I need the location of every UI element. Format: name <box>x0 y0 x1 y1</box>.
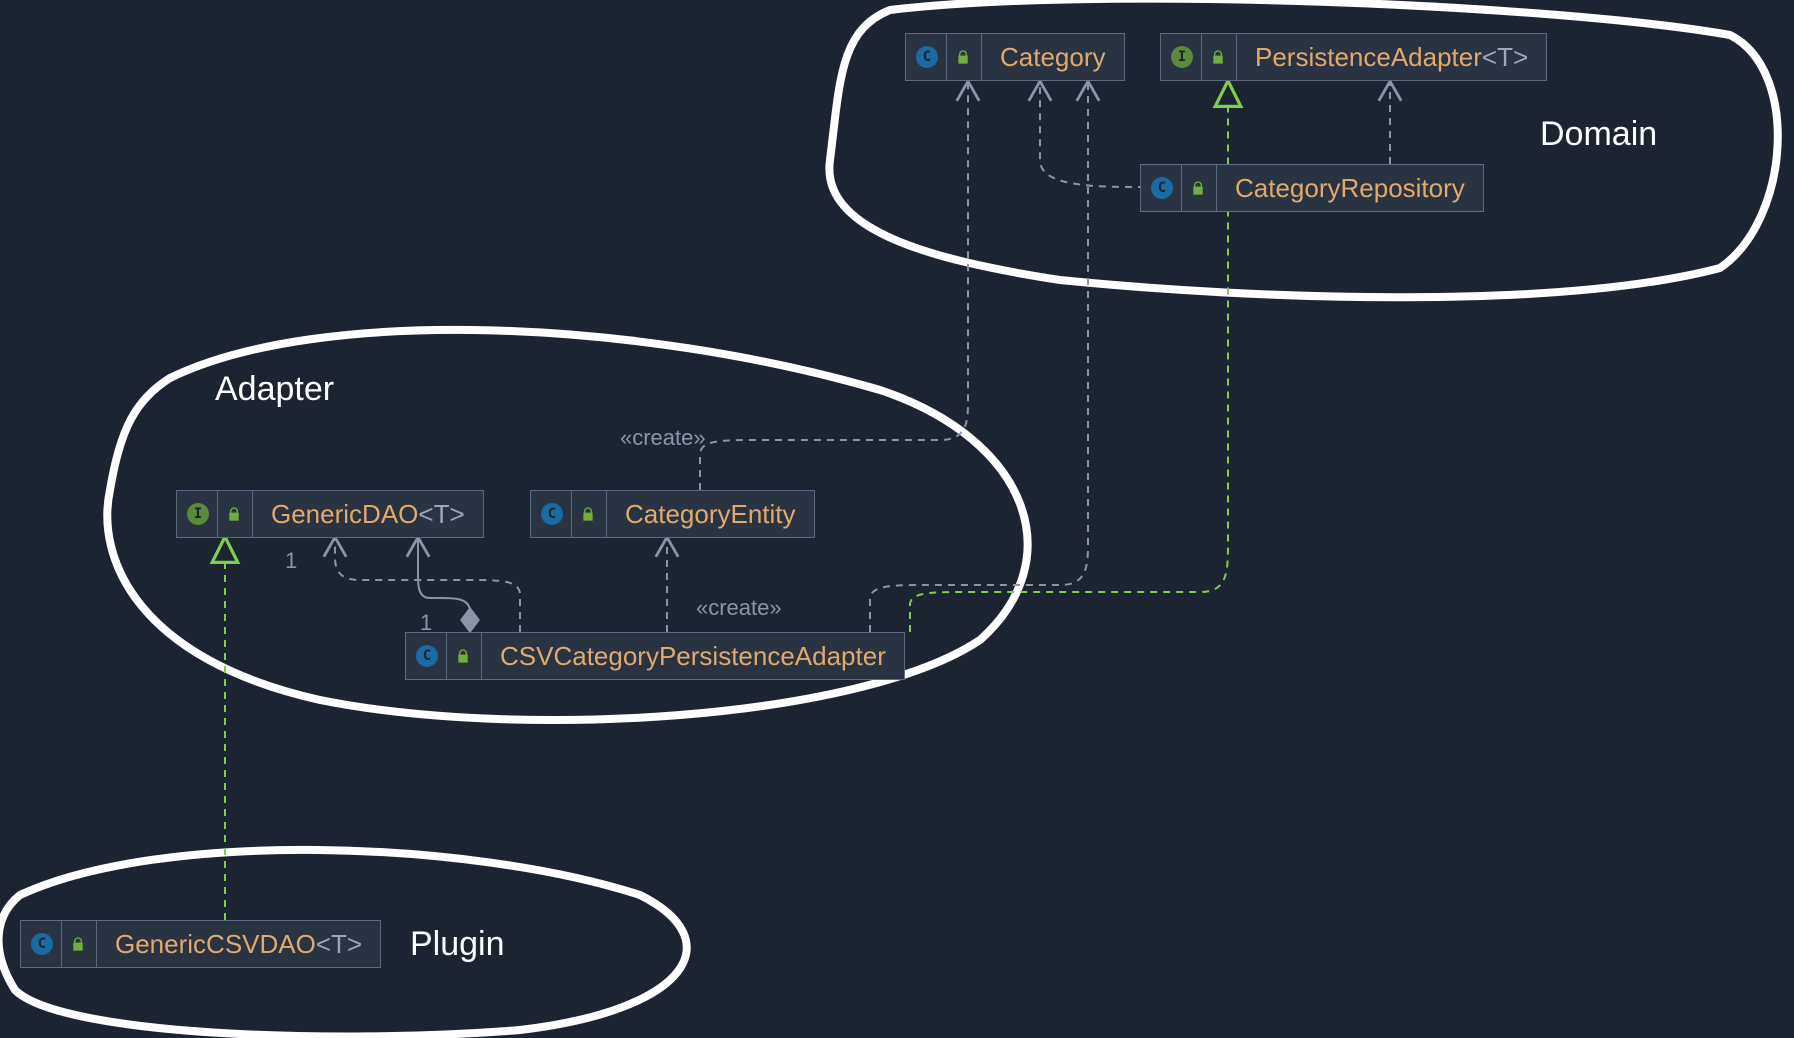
diagram-canvas: Domain Adapter Plugin «create» «create» … <box>0 0 1794 1038</box>
node-persistence-adapter[interactable]: I PersistenceAdapter<T> <box>1160 33 1547 81</box>
node-label: GenericDAO<T> <box>253 499 483 530</box>
domain-group-label: Domain <box>1540 115 1657 154</box>
adapter-group-label: Adapter <box>215 370 334 409</box>
node-label: CategoryEntity <box>607 499 814 530</box>
edge-label-mult-1a: 1 <box>285 548 297 574</box>
node-csv-category-persistence-adapter[interactable]: C CSVCategoryPersistenceAdapter <box>405 632 905 680</box>
edge-label-create-1: «create» <box>620 425 706 451</box>
node-label: GenericCSVDAO<T> <box>97 929 380 960</box>
lock-icon <box>1202 34 1237 80</box>
node-category-entity[interactable]: C CategoryEntity <box>530 490 815 538</box>
edge-label-create-2: «create» <box>696 595 782 621</box>
interface-icon: I <box>177 491 218 537</box>
node-generic-csv-dao[interactable]: C GenericCSVDAO<T> <box>20 920 381 968</box>
node-generic-dao[interactable]: I GenericDAO<T> <box>176 490 484 538</box>
node-category-repository[interactable]: C CategoryRepository <box>1140 164 1484 212</box>
node-label: CategoryRepository <box>1217 173 1483 204</box>
lock-icon <box>947 34 982 80</box>
lock-icon <box>447 633 482 679</box>
class-icon: C <box>531 491 572 537</box>
lock-icon <box>572 491 607 537</box>
node-label: Category <box>982 42 1124 73</box>
class-icon: C <box>906 34 947 80</box>
node-label: CSVCategoryPersistenceAdapter <box>482 641 904 672</box>
plugin-group-label: Plugin <box>410 925 505 964</box>
lock-icon <box>1182 165 1217 211</box>
lock-icon <box>218 491 253 537</box>
class-icon: C <box>21 921 62 967</box>
lock-icon <box>62 921 97 967</box>
interface-icon: I <box>1161 34 1202 80</box>
node-category[interactable]: C Category <box>905 33 1125 81</box>
class-icon: C <box>1141 165 1182 211</box>
node-label: PersistenceAdapter<T> <box>1237 42 1546 73</box>
class-icon: C <box>406 633 447 679</box>
